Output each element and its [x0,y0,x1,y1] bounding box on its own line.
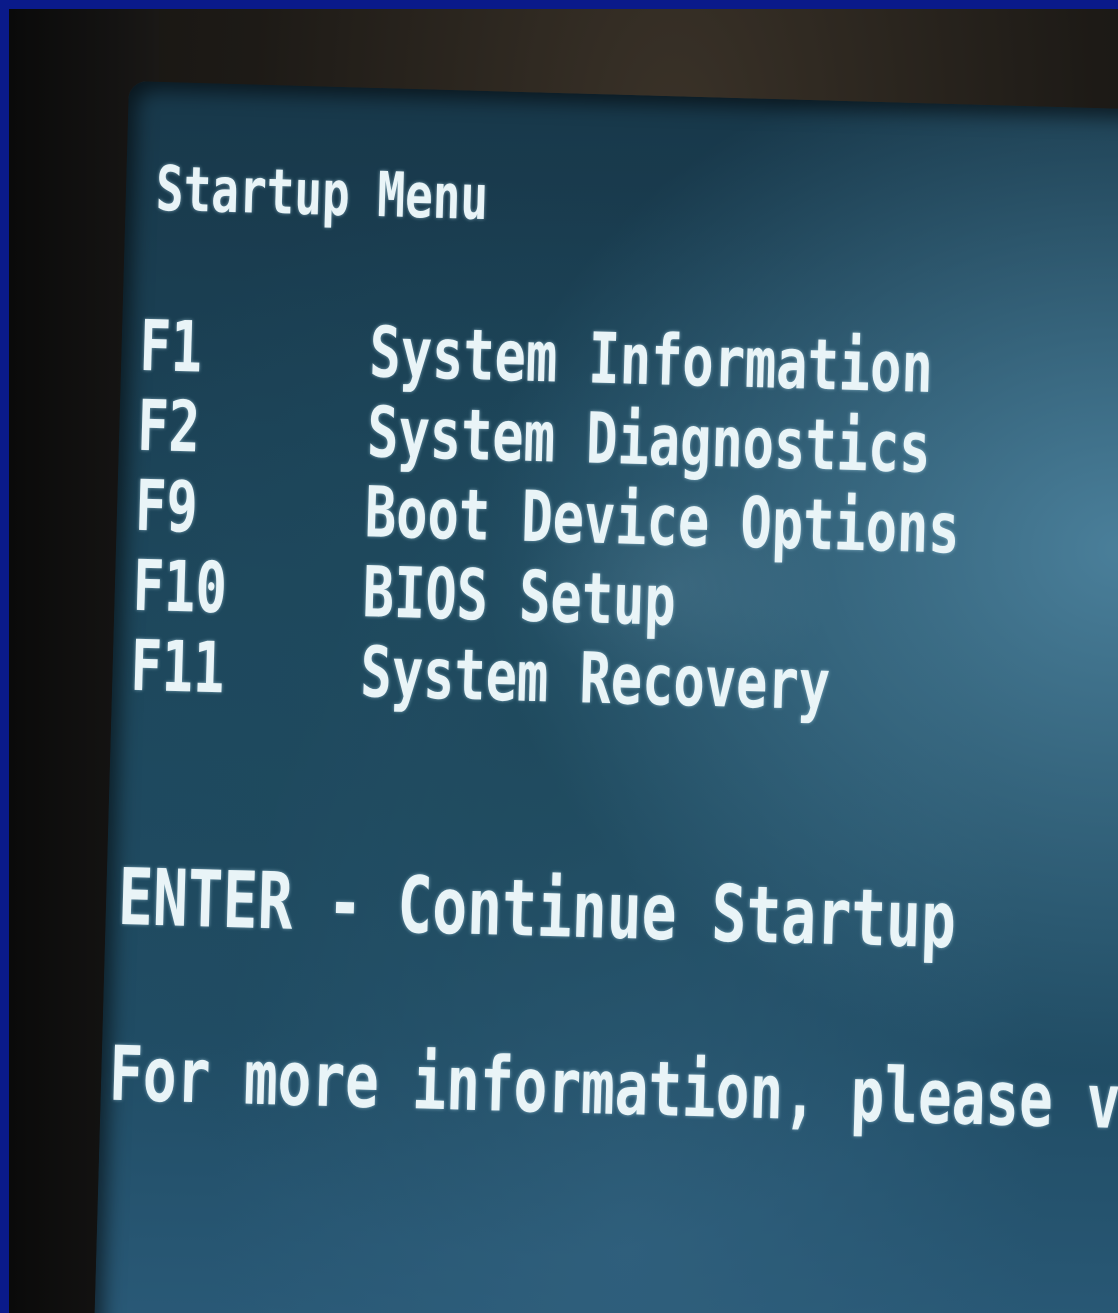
menu-key-f10[interactable]: F10 [132,546,228,630]
menu-title: Startup Menu [154,151,490,234]
info-line: For more information, please visi [108,1030,1118,1150]
bios-screen: Startup Menu F1 System Information F2 Sy… [93,81,1118,1313]
menu-key-f1[interactable]: F1 [138,306,203,389]
menu-item-bios-setup[interactable]: BIOS Setup [362,553,677,643]
image-frame: Startup Menu F1 System Information F2 Sy… [0,0,1118,1313]
menu-key-f11[interactable]: F11 [130,626,226,710]
monitor-photo: Startup Menu F1 System Information F2 Sy… [9,9,1118,1313]
enter-continue-startup[interactable]: ENTER - Continue Startup [117,851,957,966]
menu-item-system-recovery[interactable]: System Recovery [359,633,831,727]
menu-key-f2[interactable]: F2 [136,386,201,469]
menu-key-f9[interactable]: F9 [134,466,199,549]
